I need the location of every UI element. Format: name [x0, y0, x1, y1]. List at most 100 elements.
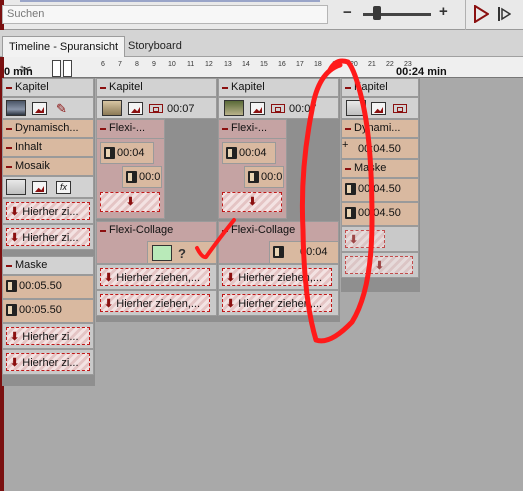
chapter-header[interactable]: Kapitel: [96, 78, 217, 97]
tab-storyboard[interactable]: Storyboard: [122, 36, 188, 57]
clip-row[interactable]: 00:0: [244, 166, 284, 188]
dynamic-object-header[interactable]: Dynamisch...: [2, 119, 94, 138]
clip-row[interactable]: 00:0: [122, 166, 162, 188]
collapse-icon[interactable]: [100, 230, 106, 232]
image-icon[interactable]: [371, 102, 386, 115]
clip-duration: 00:04: [117, 147, 145, 159]
chapter-thumbnail[interactable]: [346, 100, 366, 116]
zoom-slider-thumb[interactable]: [372, 6, 381, 20]
clip-row[interactable]: 00:05.50: [2, 275, 94, 299]
content-label: Inhalt: [15, 141, 42, 153]
mask-header[interactable]: Maske: [341, 159, 419, 178]
clip-duration: 00:04: [300, 246, 328, 258]
collapse-icon[interactable]: [222, 230, 228, 232]
clip-row[interactable]: 00:04.50: [341, 202, 419, 226]
chapter-thumbnail[interactable]: [102, 100, 122, 116]
drop-here-zone[interactable]: ⬇ Hierher ziehen,...: [100, 268, 210, 286]
drop-here-zone[interactable]: ⬇ Hierher zi...: [6, 327, 90, 345]
pen-icon[interactable]: ✎: [56, 102, 70, 116]
content-header[interactable]: Inhalt: [2, 138, 94, 157]
drop-zone-row: ⬇ Hierher zi...: [2, 349, 94, 375]
collapse-icon[interactable]: [100, 128, 106, 130]
flexi-header[interactable]: Flexi-...: [219, 120, 286, 139]
clip-row[interactable]: 00:04: [100, 142, 154, 164]
collage-header[interactable]: Flexi-Collage: [97, 222, 216, 241]
zoom-in-button[interactable]: +: [439, 3, 448, 20]
clip-row[interactable]: 00:04: [222, 142, 276, 164]
drop-here-zone[interactable]: ⬇ Hierher ziehen,...: [100, 294, 210, 312]
step-forward-icon[interactable]: [497, 6, 511, 22]
drop-here-zone[interactable]: ⬇: [345, 230, 385, 248]
ruler-tick: 7: [118, 61, 122, 68]
play-icon[interactable]: [473, 5, 489, 23]
collapse-icon[interactable]: [6, 166, 12, 168]
collapse-icon[interactable]: [100, 87, 106, 89]
flexi-block[interactable]: Flexi-... 00:04 00:0 ⬇: [96, 119, 165, 219]
collapse-icon[interactable]: [345, 168, 351, 170]
image-icon[interactable]: [32, 181, 47, 194]
collapse-icon[interactable]: [345, 128, 351, 130]
marker-handle-left[interactable]: [52, 60, 61, 77]
image-icon[interactable]: [250, 102, 265, 115]
marker-handle-right[interactable]: [63, 60, 72, 77]
ruler-tick: 9: [152, 61, 156, 68]
search-input[interactable]: Suchen: [2, 5, 328, 24]
expand-icon[interactable]: +: [342, 139, 348, 151]
tab-timeline[interactable]: Timeline - Spuransicht: [2, 36, 126, 57]
image-icon[interactable]: [32, 102, 47, 115]
collage-cell[interactable]: [152, 245, 172, 261]
drop-here-zone[interactable]: ⬇ Hierher ziehen,...: [222, 268, 332, 286]
chapter-header[interactable]: Kapitel: [218, 78, 339, 97]
chapter-column-3: Kapitel 00:07 Flexi-... 00:04 00:0 ⬇ Fle…: [218, 78, 340, 322]
collapse-icon[interactable]: [6, 128, 12, 130]
flexi-collage-block[interactable]: Flexi-Collage 00:04: [218, 221, 339, 264]
drop-here-zone[interactable]: ⬇ Hierher zi...: [6, 228, 90, 246]
fx-icon[interactable]: fx: [56, 181, 71, 194]
collage-header[interactable]: Flexi-Collage: [219, 222, 338, 241]
camera-icon[interactable]: [149, 104, 163, 113]
collapse-icon[interactable]: [222, 128, 228, 130]
clip-row[interactable]: +00:04.50: [341, 138, 419, 159]
collapse-icon[interactable]: [6, 87, 12, 89]
ruler-tick: 17: [296, 61, 304, 68]
drop-here-zone[interactable]: ⬇: [345, 256, 413, 274]
mask-header[interactable]: Maske: [2, 256, 94, 275]
collage-label: Flexi-Collage: [231, 224, 296, 236]
drop-here-zone[interactable]: ⬇ Hierher zi...: [6, 202, 90, 220]
ruler-tick: 22: [386, 61, 394, 68]
chapter-tools-row: 00:07: [218, 97, 339, 119]
camera-icon[interactable]: [271, 104, 285, 113]
chapter-header[interactable]: Kapitel: [2, 78, 94, 97]
collapse-icon[interactable]: [345, 87, 351, 89]
collage-slot[interactable]: ?: [147, 241, 217, 264]
mosaic-header[interactable]: Mosaik: [2, 157, 94, 176]
camera-icon[interactable]: [393, 104, 407, 113]
mosaic-thumbnail[interactable]: [6, 179, 26, 195]
ruler-tick: 12: [205, 61, 213, 68]
drop-zone-row: ⬇ Hierher ziehen,...: [218, 290, 339, 316]
drop-here-zone[interactable]: ⬇ Hierher zi...: [6, 353, 90, 371]
flexi-block[interactable]: Flexi-... 00:04 00:0 ⬇: [218, 119, 287, 219]
timeline-ruler[interactable]: 0 min 00:24 min 6 7 8 9 10 11 12 13 14 1…: [0, 57, 523, 78]
clip-row[interactable]: 00:05.50: [2, 299, 94, 323]
chapter-tools-row: ✎: [2, 97, 94, 119]
collapse-icon[interactable]: [6, 147, 12, 149]
collapse-icon[interactable]: [222, 87, 228, 89]
clip-duration: 00:04.50: [358, 207, 401, 219]
image-icon[interactable]: [128, 102, 143, 115]
chapter-thumbnail[interactable]: [224, 100, 244, 116]
collapse-icon[interactable]: [6, 265, 12, 267]
scissors-icon[interactable]: ✂: [20, 61, 32, 78]
chapter-thumbnail[interactable]: [6, 100, 26, 116]
clip-row[interactable]: 00:04: [269, 241, 339, 264]
drop-here-zone[interactable]: ⬇ Hierher ziehen,...: [222, 294, 332, 312]
dynamic-object-header[interactable]: Dynami...: [341, 119, 419, 138]
zoom-out-button[interactable]: −: [343, 4, 352, 21]
drop-here-zone[interactable]: ⬇: [100, 192, 160, 212]
drop-here-zone[interactable]: ⬇: [222, 192, 282, 212]
flexi-collage-block[interactable]: Flexi-Collage ?: [96, 221, 217, 264]
flexi-header[interactable]: Flexi-...: [97, 120, 164, 139]
clip-row[interactable]: 00:04.50: [341, 178, 419, 202]
object-cube-icon: [126, 171, 137, 183]
chapter-header[interactable]: Kapitel: [341, 78, 419, 97]
